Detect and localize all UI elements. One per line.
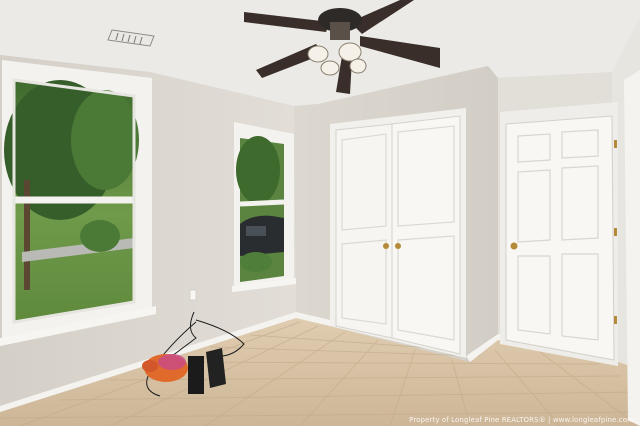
left-window: [2, 60, 152, 338]
door-knob[interactable]: [510, 242, 518, 250]
closet-double-door[interactable]: [335, 115, 461, 355]
photo-watermark: Property of Longleaf Pine REALTORS® | ww…: [409, 416, 634, 424]
closet-knob-right[interactable]: [395, 243, 401, 249]
room-illustration: [0, 0, 640, 426]
wall-outlet: [189, 289, 197, 301]
middle-window: [234, 122, 294, 292]
room-photo: Property of Longleaf Pine REALTORS® | ww…: [0, 0, 640, 426]
closet-knob-left[interactable]: [383, 243, 389, 249]
bedroom-door[interactable]: [505, 115, 617, 361]
speaker-left: [188, 356, 204, 394]
